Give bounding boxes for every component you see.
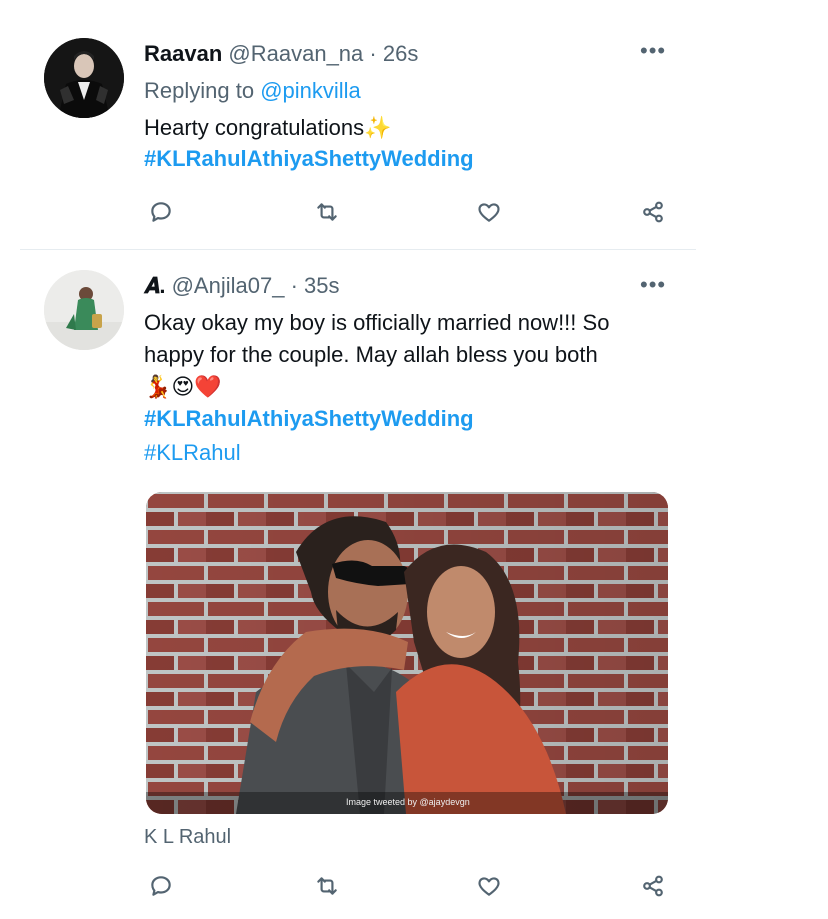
user-handle[interactable]: @Anjila07_ — [172, 273, 285, 298]
display-name[interactable]: 𝑨. — [144, 273, 165, 298]
retweet-icon[interactable] — [312, 197, 342, 227]
like-icon[interactable] — [474, 871, 504, 901]
reply-icon[interactable] — [146, 871, 176, 901]
hashtag-link[interactable]: #KLRahul — [144, 440, 241, 466]
mention-link[interactable]: @pinkvilla — [260, 78, 361, 103]
separator: · — [369, 41, 377, 66]
replying-to: Replying to @pinkvilla — [144, 78, 361, 104]
retweet-icon[interactable] — [312, 871, 342, 901]
tweet-text-line: Okay okay my boy is officially married n… — [144, 310, 610, 335]
avatar[interactable] — [44, 38, 124, 118]
more-options-icon[interactable]: ••• — [640, 272, 666, 298]
timestamp[interactable]: 26s — [383, 41, 418, 66]
tweet-image[interactable]: Image tweeted by @ajaydevgn — [146, 492, 668, 814]
user-handle[interactable]: @Raavan_na — [228, 41, 363, 66]
hashtag-link[interactable]: #KLRahulAthiyaShettyWedding — [144, 406, 474, 432]
media-caption: K L Rahul — [144, 826, 232, 848]
separator: · — [290, 273, 298, 298]
share-icon[interactable] — [638, 197, 668, 227]
share-icon[interactable] — [638, 871, 668, 901]
hashtag-link[interactable]: #KLRahulAthiyaShettyWedding — [144, 146, 474, 172]
tweet-header: 𝑨. @Anjila07_ · 35s — [144, 272, 340, 300]
action-bar — [146, 871, 668, 901]
display-name[interactable]: Raavan — [144, 41, 222, 66]
tweet-text: Okay okay my boy is officially married n… — [144, 307, 674, 403]
tweet-divider — [20, 249, 696, 250]
timestamp[interactable]: 35s — [304, 273, 339, 298]
reply-icon[interactable] — [146, 197, 176, 227]
tweet-text-line: happy for the couple. May allah bless yo… — [144, 342, 598, 367]
like-icon[interactable] — [474, 197, 504, 227]
tweet[interactable]: Raavan @Raavan_na · 26s ••• Replying to … — [0, 0, 696, 250]
tweet-text: Hearty congratulations✨ — [144, 115, 392, 140]
image-credit: Image tweeted by @ajaydevgn — [346, 797, 470, 807]
replying-prefix: Replying to — [144, 78, 255, 103]
avatar[interactable] — [44, 270, 124, 350]
more-options-icon[interactable]: ••• — [640, 38, 666, 64]
tweet-header: Raavan @Raavan_na · 26s — [144, 40, 418, 68]
action-bar — [146, 197, 668, 227]
tweet[interactable]: 𝑨. @Anjila07_ · 35s ••• Okay okay my boy… — [0, 252, 696, 919]
tweet-emoji-line: 💃😍❤️ — [144, 374, 222, 399]
